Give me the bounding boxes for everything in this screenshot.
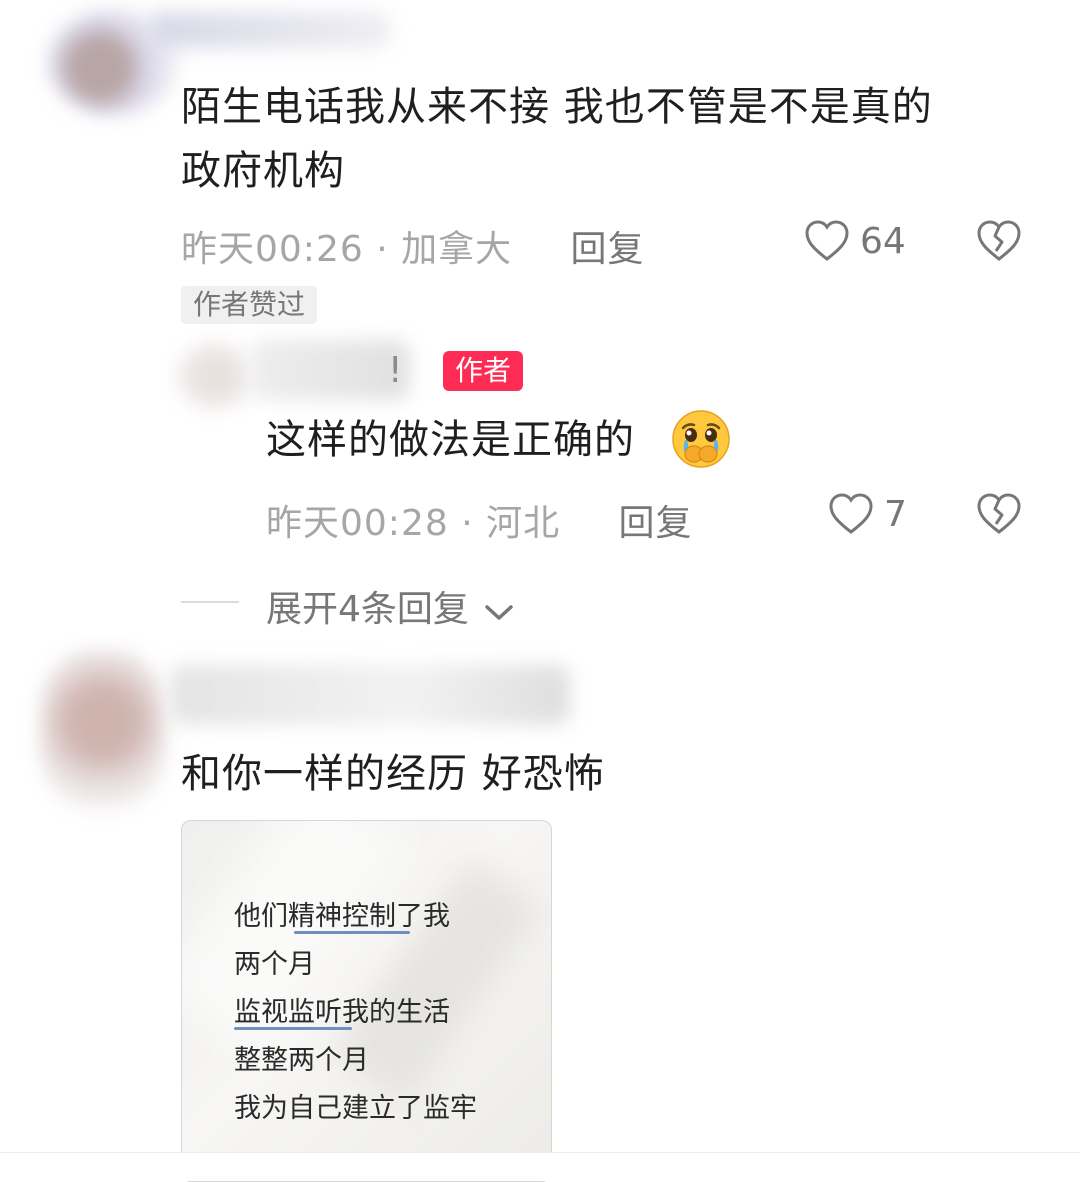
- author-badge: 作者: [443, 351, 524, 391]
- pleading-crying-emoji: [670, 408, 732, 470]
- bottom-bar: [0, 1152, 1080, 1181]
- avatar[interactable]: [40, 650, 165, 810]
- image-text: 他们精神控制了我 两个月 监视监听我的生活 整整两个月 我为自己建立了监牢: [234, 893, 477, 1133]
- image-text-line: 整整两个月: [234, 1045, 369, 1076]
- username-blurred[interactable]: [150, 12, 390, 48]
- timestamp-location: 昨天00:28 · 河北: [266, 503, 561, 544]
- username-partial: !: [388, 350, 403, 391]
- comment-text: 陌生电话我从来不接 我也不管是不是真的 政府机构: [181, 75, 933, 203]
- heart-outline-icon[interactable]: [828, 492, 874, 536]
- like-count: 7: [884, 494, 907, 535]
- expand-divider: [181, 601, 239, 603]
- expand-replies-button[interactable]: 展开4条回复: [266, 580, 514, 632]
- avatar[interactable]: [175, 342, 255, 410]
- expand-replies-label: 展开4条回复: [266, 589, 469, 630]
- reply-meta: 昨天00:28 · 河北 回复: [266, 494, 693, 546]
- author-liked-badge: 作者赞过: [181, 286, 318, 324]
- comment-image[interactable]: 他们精神控制了我 两个月 监视监听我的生活 整整两个月 我为自己建立了监牢: [181, 820, 552, 1182]
- username-blurred[interactable]: [250, 340, 410, 400]
- heart-outline-icon[interactable]: [804, 219, 850, 263]
- broken-heart-icon[interactable]: [976, 219, 1022, 263]
- timestamp-location: 昨天00:26 · 加拿大: [181, 229, 513, 270]
- username-blurred[interactable]: [170, 665, 570, 725]
- image-text-line: 我为自己建立了监牢: [234, 1093, 477, 1124]
- chevron-down-icon: [484, 591, 514, 632]
- broken-heart-icon[interactable]: [976, 492, 1022, 536]
- reply-text: 这样的做法是正确的: [266, 417, 635, 463]
- image-text-line: 两个月: [234, 949, 315, 980]
- reply-button[interactable]: 回复: [571, 229, 645, 270]
- comment-text: 和你一样的经历 好恐怖: [181, 751, 605, 797]
- comment-text-line: 政府机构: [181, 148, 345, 194]
- comment-meta: 昨天00:26 · 加拿大 回复: [181, 220, 645, 272]
- image-text-line: 他们精神控制了我: [234, 901, 450, 934]
- comment-text-line: 陌生电话我从来不接 我也不管是不是真的: [181, 84, 933, 130]
- image-text-line: 监视监听我的生活: [234, 997, 450, 1030]
- reply-button[interactable]: 回复: [619, 503, 693, 544]
- like-count: 64: [860, 221, 906, 262]
